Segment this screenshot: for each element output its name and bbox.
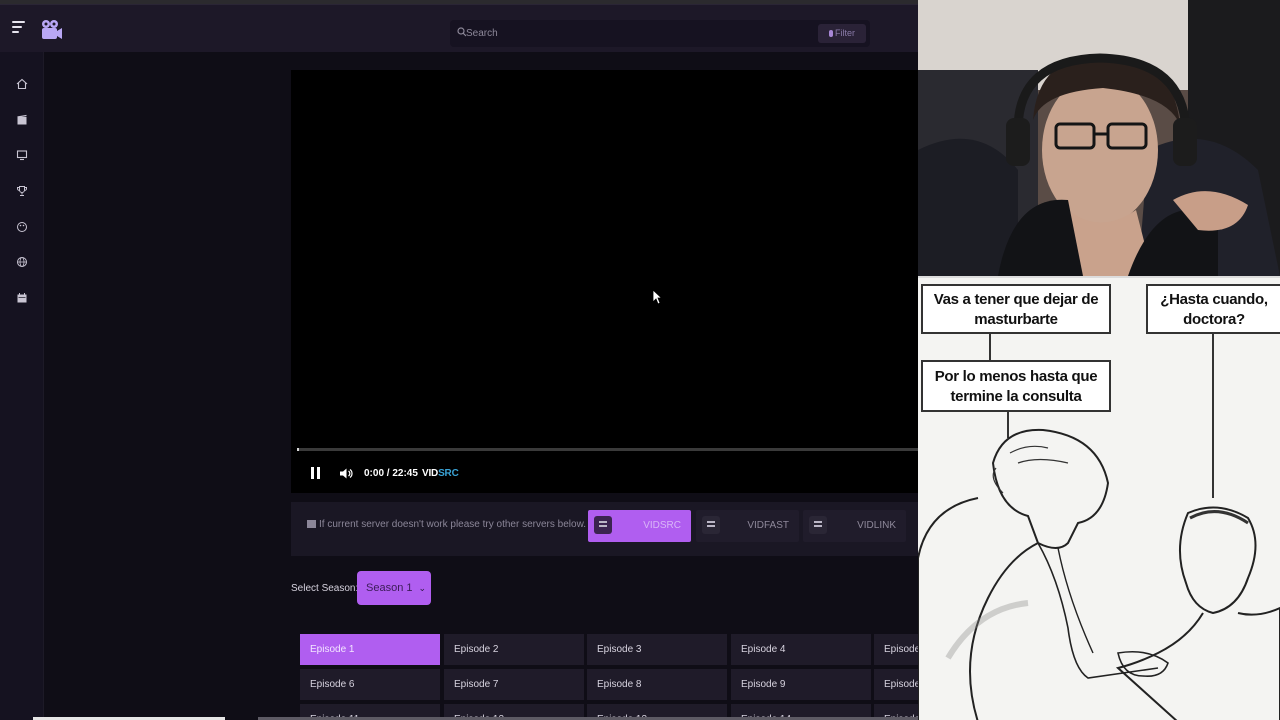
sidebar — [0, 52, 43, 720]
server-icon — [809, 516, 827, 534]
webcam-overlay — [918, 0, 1280, 276]
menu-icon[interactable] — [12, 21, 28, 35]
server-panel: If current server doesn't work please tr… — [291, 502, 918, 556]
tv-icon — [16, 149, 27, 160]
movies-icon — [16, 114, 27, 124]
logo-icon[interactable] — [40, 19, 62, 41]
server-button-vidsrc[interactable]: VIDSRC — [588, 510, 691, 542]
sidebar-item-trophy[interactable] — [10, 179, 33, 202]
app-page: Filter — [0, 0, 1280, 720]
sidebar-item-tv[interactable] — [10, 143, 33, 166]
globe-icon — [16, 256, 27, 267]
time-display: 0:00 / 22:45 — [364, 468, 418, 479]
speech-bubble: Por lo menos hasta que termine la consul… — [921, 360, 1111, 412]
search-input[interactable] — [466, 24, 806, 43]
speech-bubble: ¿Hasta cuando, doctora? — [1146, 284, 1280, 334]
episode-button[interactable]: Episode 9 — [731, 669, 871, 700]
filter-icon — [829, 30, 833, 37]
webcam-image — [918, 0, 1280, 276]
meme-overlay: Vas a tener que dejar de masturbarte ¿Ha… — [918, 276, 1280, 720]
episode-button[interactable]: Episode 2 — [444, 634, 584, 665]
server-icon — [594, 516, 612, 534]
filter-button[interactable]: Filter — [818, 24, 866, 43]
season-label: Select Season: — [291, 583, 359, 594]
episode-list: Episode 1 Episode 2 Episode 3 Episode 4 Epis… — [300, 634, 918, 720]
server-button-vidfast[interactable]: VIDFAST — [696, 510, 799, 542]
server-icon — [702, 516, 720, 534]
sidebar-item-home[interactable] — [10, 72, 33, 95]
season-select[interactable]: Season 1 ⌄ — [357, 571, 431, 605]
sidebar-item-movies[interactable] — [10, 108, 33, 131]
sidebar-item-globe[interactable] — [10, 250, 33, 273]
progress-bar[interactable] — [297, 448, 918, 451]
sidebar-item-palette[interactable] — [10, 215, 33, 238]
player-brand-logo: VIDSRC — [422, 468, 459, 479]
top-bar: Filter — [0, 4, 918, 52]
speech-bubble: Vas a tener que dejar de masturbarte — [921, 284, 1111, 334]
episode-button[interactable]: Episode 7 — [444, 669, 584, 700]
server-button-vidlink[interactable]: VIDLINK — [803, 510, 906, 542]
progress-fill — [297, 448, 299, 451]
episode-button[interactable]: Episode 3 — [587, 634, 727, 665]
chevron-down-icon: ⌄ — [418, 583, 426, 593]
pause-button[interactable] — [311, 467, 321, 479]
sidebar-divider — [43, 52, 44, 720]
filter-label: Filter — [835, 28, 855, 38]
episode-button[interactable]: Episode 10 — [874, 669, 918, 700]
sidebar-item-calendar[interactable] — [10, 286, 33, 309]
home-icon — [16, 78, 27, 89]
palette-icon — [16, 221, 27, 232]
episode-button[interactable]: Episode 1 — [300, 634, 440, 665]
calendar-icon — [17, 292, 26, 302]
episode-button[interactable]: Episode 5 — [874, 634, 918, 665]
video-player[interactable]: 0:00 / 22:45 VIDSRC — [291, 70, 918, 493]
episode-button[interactable]: Episode 4 — [731, 634, 871, 665]
trophy-icon — [16, 185, 27, 196]
comic-illustration — [918, 334, 1280, 720]
server-icon — [307, 520, 316, 528]
episode-button[interactable]: Episode 8 — [587, 669, 727, 700]
server-note: If current server doesn't work please tr… — [307, 519, 586, 530]
episode-button[interactable]: Episode 6 — [300, 669, 440, 700]
search-box: Filter — [450, 20, 870, 47]
mouse-cursor-icon — [652, 289, 662, 305]
volume-icon[interactable] — [339, 467, 353, 480]
